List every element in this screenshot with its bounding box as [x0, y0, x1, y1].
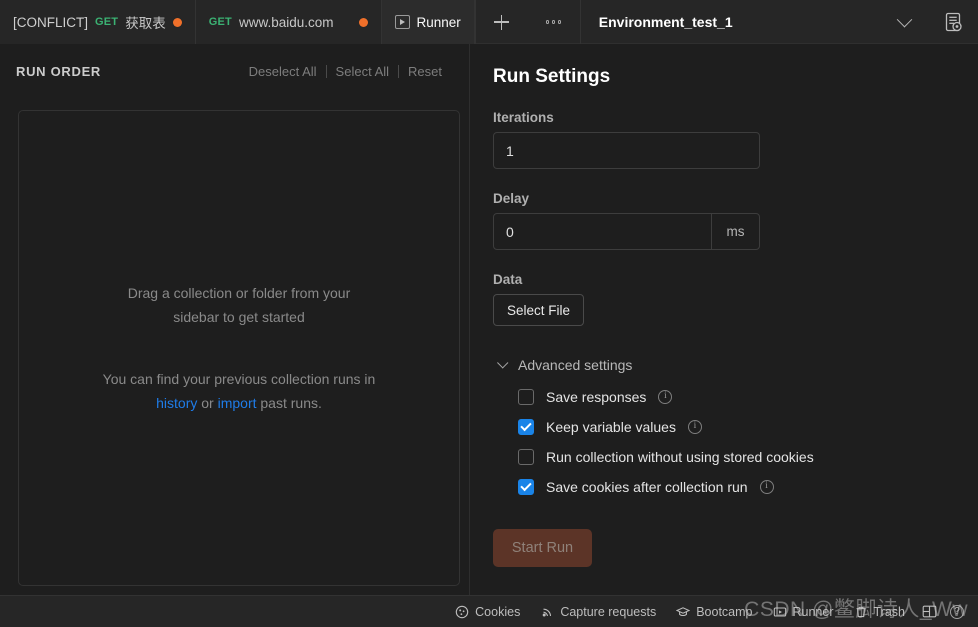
- status-bootcamp-button[interactable]: Bootcamp: [667, 600, 761, 624]
- tab-get-huoqubiao[interactable]: [CONFLICT] GET 获取表: [0, 0, 196, 44]
- tab-title: www.baidu.com: [238, 14, 334, 30]
- delay-unit-label: ms: [711, 214, 759, 249]
- run-settings-pane: Run Settings Iterations Delay ms Data Se…: [471, 44, 978, 595]
- new-tab-button[interactable]: [476, 0, 528, 44]
- environment-quick-look-icon[interactable]: [942, 11, 964, 33]
- ellipsis-icon: [546, 20, 562, 24]
- status-runner-button[interactable]: Runner: [764, 600, 843, 624]
- graduation-cap-icon: [675, 605, 691, 619]
- tab-more-options-button[interactable]: [528, 0, 580, 44]
- status-item-label: Capture requests: [560, 604, 657, 619]
- dropzone-secondary-pre: You can find your previous collection ru…: [102, 371, 376, 387]
- run-order-header: RUN ORDER Deselect All Select All Reset: [0, 44, 469, 79]
- runner-play-icon: [394, 15, 410, 29]
- select-file-button[interactable]: Select File: [493, 294, 585, 326]
- run-order-title: RUN ORDER: [16, 64, 102, 79]
- advanced-settings-label: Advanced settings: [518, 357, 633, 373]
- iterations-label: Iterations: [493, 110, 554, 125]
- option-label: Keep variable values: [546, 419, 676, 435]
- option-keep-variable-values[interactable]: Keep variable values i: [518, 419, 978, 435]
- trash-icon: [854, 605, 868, 619]
- start-run-button[interactable]: Start Run: [493, 529, 592, 567]
- info-icon[interactable]: i: [658, 390, 673, 404]
- tab-method-label: GET: [95, 16, 119, 28]
- option-label: Save responses: [546, 389, 647, 405]
- status-trash-button[interactable]: Trash: [845, 600, 915, 624]
- status-capture-requests-button[interactable]: Capture requests: [531, 600, 665, 624]
- dropzone-primary-text: Drag a collection or folder from your si…: [127, 285, 351, 325]
- delay-label: Delay: [493, 191, 530, 206]
- run-settings-title: Run Settings: [493, 66, 611, 87]
- checkbox[interactable]: [518, 479, 534, 495]
- run-order-actions: Deselect All Select All Reset: [240, 64, 451, 79]
- info-icon[interactable]: i: [759, 480, 774, 494]
- unsaved-changes-dot: [358, 17, 368, 27]
- tab-get-baidu[interactable]: GET www.baidu.com: [195, 0, 382, 44]
- history-link[interactable]: history: [156, 395, 197, 411]
- tab-runner[interactable]: Runner: [381, 0, 475, 44]
- help-icon: ?: [950, 604, 964, 619]
- run-order-pane: RUN ORDER Deselect All Select All Reset …: [0, 44, 470, 595]
- select-all-button[interactable]: Select All: [327, 64, 398, 79]
- tab-list: [CONFLICT] GET 获取表 GET www.baidu.com Run…: [0, 0, 475, 44]
- deselect-all-button[interactable]: Deselect All: [240, 64, 326, 79]
- postman-runner-window: [CONFLICT] GET 获取表 GET www.baidu.com Run…: [0, 0, 978, 627]
- tab-title: 获取表: [125, 16, 166, 31]
- two-pane-layout-icon[interactable]: [916, 600, 942, 624]
- tab-actions: [474, 0, 581, 44]
- advanced-settings-list: Save responses i Keep variable values i …: [493, 389, 978, 495]
- help-button[interactable]: ?: [944, 600, 970, 624]
- runner-play-icon: [773, 605, 787, 619]
- info-icon[interactable]: i: [687, 420, 702, 434]
- advanced-settings-toggle[interactable]: Advanced settings: [493, 357, 978, 373]
- checkbox[interactable]: [518, 419, 534, 435]
- status-item-label: Runner: [792, 604, 834, 619]
- delay-field-wrapper: ms: [493, 213, 760, 250]
- reset-button[interactable]: Reset: [399, 64, 451, 79]
- import-link[interactable]: import: [218, 395, 257, 411]
- status-item-label: Bootcamp: [696, 604, 753, 619]
- checkbox[interactable]: [518, 389, 534, 405]
- option-label: Run collection without using stored cook…: [546, 449, 814, 465]
- option-run-without-stored-cookies[interactable]: Run collection without using stored cook…: [518, 449, 978, 465]
- data-label: Data: [493, 272, 523, 287]
- dropzone-secondary-mid: or: [197, 395, 218, 411]
- chevron-down-icon[interactable]: [896, 11, 913, 27]
- cookie-icon: [455, 605, 469, 619]
- collection-dropzone[interactable]: Drag a collection or folder from your si…: [18, 110, 460, 586]
- checkbox[interactable]: [518, 449, 534, 465]
- status-item-label: Trash: [873, 604, 906, 619]
- option-save-responses[interactable]: Save responses i: [518, 389, 978, 405]
- plus-icon: [494, 14, 510, 30]
- tab-title: Runner: [416, 14, 461, 30]
- satellite-icon: [540, 605, 554, 619]
- status-item-label: Cookies: [475, 604, 521, 619]
- option-save-cookies-after-run[interactable]: Save cookies after collection run i: [518, 479, 978, 495]
- status-cookies-button[interactable]: Cookies: [446, 600, 529, 624]
- status-bar: Cookies Capture requests Bootcamp Runner…: [0, 595, 978, 627]
- iterations-input[interactable]: [493, 132, 760, 169]
- tab-conflict-badge: [CONFLICT]: [13, 14, 89, 30]
- tab-bar: [CONFLICT] GET 获取表 GET www.baidu.com Run…: [0, 0, 978, 44]
- tab-method-label: GET: [208, 16, 232, 28]
- environment-selector[interactable]: Environment_test_1: [581, 0, 978, 44]
- dropzone-secondary-post: past runs.: [256, 395, 322, 411]
- option-label: Save cookies after collection run: [546, 479, 748, 495]
- chevron-down-icon: [497, 357, 509, 369]
- unsaved-changes-dot: [172, 17, 182, 27]
- environment-name: Environment_test_1: [598, 14, 733, 30]
- dropzone-secondary-text: You can find your previous collection ru…: [84, 367, 394, 415]
